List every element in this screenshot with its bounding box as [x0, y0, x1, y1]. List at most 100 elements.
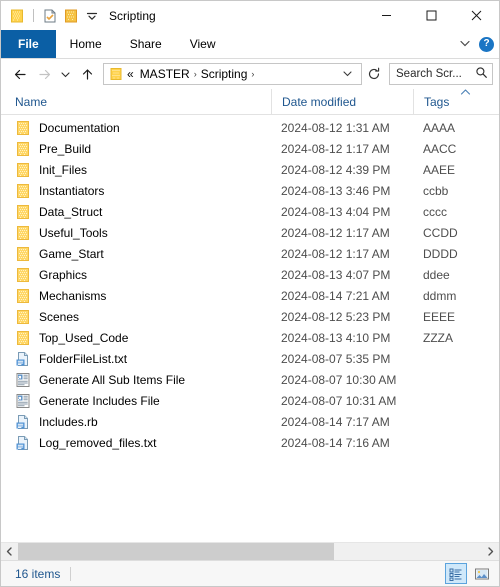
file-date-cell: 2024-08-12 5:23 PM [281, 309, 391, 324]
status-separator [70, 566, 72, 581]
folder-icon [15, 141, 31, 157]
tab-share[interactable]: Share [116, 30, 176, 58]
table-row[interactable]: Generate All Sub Items File 2024-08-07 10… [1, 369, 499, 390]
table-row[interactable]: Documentation 2024-08-12 1:31 AM AAAA [1, 117, 499, 138]
folder-icon [15, 246, 31, 262]
refresh-button[interactable] [364, 63, 384, 85]
folder-icon[interactable] [9, 8, 25, 24]
address-bar: « MASTER › Scripting › Search Scr... [1, 59, 499, 89]
table-row[interactable]: Graphics 2024-08-13 4:07 PM ddee [1, 264, 499, 285]
close-button[interactable] [454, 1, 499, 30]
table-row[interactable]: FolderFileList.txt 2024-08-07 5:35 PM [1, 348, 499, 369]
folder-icon [15, 183, 31, 199]
search-input[interactable]: Search Scr... [389, 63, 493, 85]
file-name-label: Pre_Build [39, 141, 92, 156]
file-name-label: Includes.rb [39, 414, 98, 429]
file-list[interactable]: Documentation 2024-08-12 1:31 AM AAAA Pre_B… [1, 115, 499, 542]
breadcrumb-master[interactable]: MASTER [137, 67, 193, 81]
recent-locations-button[interactable] [57, 63, 74, 85]
table-row[interactable]: Pre_Build 2024-08-12 1:17 AM AACC [1, 138, 499, 159]
scroll-left-button[interactable] [1, 543, 18, 560]
column-header-tags-label: Tags [424, 94, 450, 109]
column-header-name[interactable]: Name [15, 89, 271, 115]
table-row[interactable]: Game_Start 2024-08-12 1:17 AM DDDD [1, 243, 499, 264]
help-icon[interactable]: ? [479, 36, 494, 52]
file-name-cell: Top_Used_Code [15, 330, 271, 346]
file-tags-cell: ddmm [423, 288, 457, 303]
table-row[interactable]: Init_Files 2024-08-12 4:39 PM AAEE [1, 159, 499, 180]
table-row[interactable]: Useful_Tools 2024-08-12 1:17 AM CCDD [1, 222, 499, 243]
file-name-cell: FolderFileList.txt [15, 351, 271, 367]
breadcrumb-prefix[interactable]: « [124, 67, 137, 81]
table-row[interactable]: Generate Includes File 2024-08-07 10:31 A… [1, 390, 499, 411]
file-tags-cell: ddee [423, 267, 450, 282]
file-name-cell: Init_Files [15, 162, 271, 178]
file-tags-cell: ccbb [423, 183, 449, 198]
file-name-label: Generate All Sub Items File [39, 372, 186, 387]
new-folder-icon[interactable] [63, 8, 79, 24]
properties-icon[interactable] [42, 8, 58, 24]
file-tags-cell: ZZZA [423, 330, 453, 345]
file-date-cell: 2024-08-07 10:30 AM [281, 372, 397, 387]
file-name-label: Init_Files [39, 162, 88, 177]
tab-file[interactable]: File [1, 30, 56, 58]
text-file-icon [15, 414, 31, 430]
item-count-label: 16 items [15, 566, 61, 581]
table-row[interactable]: Includes.rb 2024-08-14 7:17 AM [1, 411, 499, 432]
folder-icon [108, 66, 124, 82]
file-name-label: Generate Includes File [39, 393, 160, 408]
scrollbar-track[interactable] [18, 543, 482, 560]
tab-view[interactable]: View [176, 30, 230, 58]
title-bar: Scripting [1, 1, 499, 30]
file-date-cell: 2024-08-13 3:46 PM [281, 183, 391, 198]
table-row[interactable]: Scenes 2024-08-12 5:23 PM EEEE [1, 306, 499, 327]
maximize-button[interactable] [409, 1, 454, 30]
column-header-tags[interactable]: Tags [413, 88, 483, 115]
script-file-icon [15, 393, 31, 409]
table-row[interactable]: Mechanisms 2024-08-14 7:21 AM ddmm [1, 285, 499, 306]
scrollbar-thumb[interactable] [18, 543, 334, 560]
file-name-cell: Game_Start [15, 246, 271, 262]
large-icons-view-button[interactable] [471, 563, 493, 584]
file-name-label: FolderFileList.txt [39, 351, 128, 366]
horizontal-scrollbar[interactable] [1, 542, 499, 560]
table-row[interactable]: Data_Struct 2024-08-13 4:04 PM cccc [1, 201, 499, 222]
back-button[interactable] [9, 63, 31, 85]
folder-icon [15, 330, 31, 346]
address-input[interactable]: « MASTER › Scripting › [103, 63, 362, 85]
minimize-button[interactable] [364, 1, 409, 30]
search-placeholder: Search Scr... [396, 68, 462, 80]
column-header-date-modified[interactable]: Date modified [271, 88, 413, 115]
table-row[interactable]: Instantiators 2024-08-13 3:46 PM ccbb [1, 180, 499, 201]
file-date-cell: 2024-08-13 4:10 PM [281, 330, 391, 345]
tab-home[interactable]: Home [56, 30, 116, 58]
table-row[interactable]: Log_removed_files.txt 2024-08-14 7:16 AM [1, 432, 499, 453]
file-tags-cell: cccc [423, 204, 447, 219]
file-name-cell: Mechanisms [15, 288, 271, 304]
file-date-cell: 2024-08-12 1:17 AM [281, 141, 390, 156]
status-bar: 16 items [1, 560, 499, 586]
file-name-cell: Useful_Tools [15, 225, 271, 241]
file-date-cell: 2024-08-12 4:39 PM [281, 162, 391, 177]
breadcrumb-scripting[interactable]: Scripting [198, 67, 251, 81]
file-tags-cell: EEEE [423, 309, 456, 324]
file-name-label: Top_Used_Code [39, 330, 129, 345]
file-name-cell: Pre_Build [15, 141, 271, 157]
file-name-cell: Instantiators [15, 183, 271, 199]
script-file-icon [15, 372, 31, 388]
address-dropdown-icon[interactable] [336, 68, 359, 81]
file-tags-cell: AAAA [423, 120, 456, 135]
details-view-button[interactable] [445, 563, 467, 584]
view-mode-buttons [445, 561, 493, 586]
file-name-label: Useful_Tools [39, 225, 108, 240]
breadcrumb-separator-end[interactable]: › [250, 69, 255, 79]
collapse-ribbon-icon[interactable] [459, 37, 471, 52]
forward-button[interactable] [33, 63, 55, 85]
table-row[interactable]: Top_Used_Code 2024-08-13 4:10 PM ZZZA [1, 327, 499, 348]
file-date-cell: 2024-08-07 5:35 PM [281, 351, 391, 366]
up-button[interactable] [76, 63, 98, 85]
scroll-right-button[interactable] [482, 543, 499, 560]
chevron-down-icon[interactable] [84, 8, 100, 24]
file-date-cell: 2024-08-14 7:17 AM [281, 414, 390, 429]
search-icon[interactable] [475, 66, 488, 82]
